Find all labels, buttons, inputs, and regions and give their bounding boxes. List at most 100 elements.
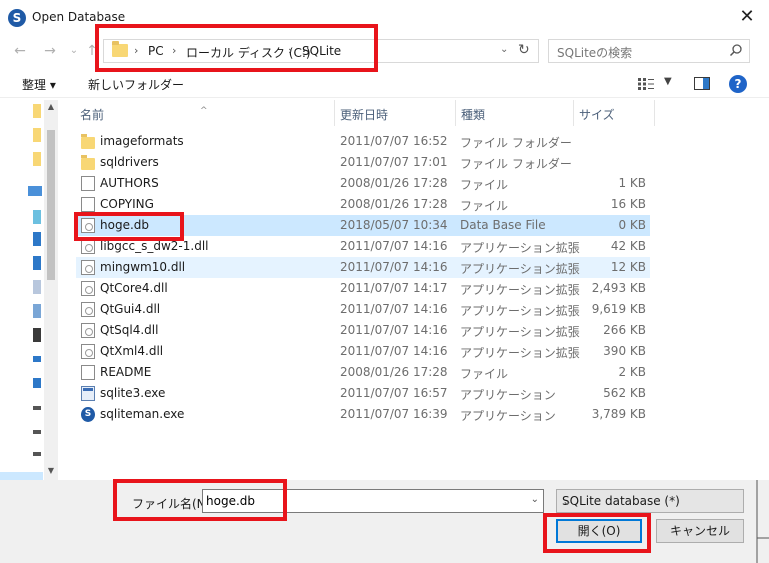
cancel-button[interactable]: キャンセル bbox=[656, 519, 744, 543]
recent-locations-chevron-icon[interactable]: ⌄ bbox=[66, 42, 82, 60]
file-type: アプリケーション拡張 bbox=[460, 262, 580, 276]
filetype-dropdown-icon[interactable]: ⌄ bbox=[562, 494, 738, 508]
column-header-type[interactable]: 種類 bbox=[456, 100, 573, 126]
desktop-icon[interactable] bbox=[33, 256, 41, 270]
back-arrow-icon[interactable]: ← bbox=[12, 42, 28, 60]
column-header-size[interactable]: サイズ bbox=[574, 100, 654, 126]
documents-icon[interactable] bbox=[33, 280, 41, 294]
new-folder-button[interactable]: 新しいフォルダー bbox=[88, 76, 184, 93]
file-type: アプリケーション拡張 bbox=[460, 346, 580, 360]
local-disk-icon[interactable] bbox=[33, 378, 41, 388]
open-button[interactable]: 開く(O) bbox=[556, 519, 642, 543]
column-name-label: 名前 bbox=[80, 108, 105, 122]
file-date: 2011/07/07 14:16 bbox=[340, 323, 448, 337]
music-icon[interactable] bbox=[33, 356, 41, 362]
file-icon bbox=[81, 197, 95, 212]
search-box[interactable]: SQLiteの検索 bbox=[548, 39, 750, 63]
quick-access-folder-icon[interactable] bbox=[33, 152, 41, 166]
file-type: アプリケーション拡張 bbox=[460, 241, 580, 255]
view-options-icon[interactable] bbox=[638, 78, 654, 90]
preview-pane-icon[interactable] bbox=[694, 77, 710, 90]
file-size: 2 KB bbox=[618, 365, 646, 379]
window-title: Open Database bbox=[32, 10, 126, 24]
drive-icon[interactable] bbox=[33, 406, 41, 410]
forward-arrow-icon[interactable]: → bbox=[42, 42, 58, 60]
quick-access-folder-icon[interactable] bbox=[33, 104, 41, 118]
address-dropdown-icon[interactable]: ⌄ bbox=[500, 44, 508, 55]
breadcrumb-pc[interactable]: PC bbox=[148, 44, 164, 58]
scroll-up-icon[interactable]: ▲ bbox=[44, 102, 58, 111]
file-date: 2011/07/07 14:17 bbox=[340, 281, 448, 295]
file-type: ファイル bbox=[460, 199, 509, 213]
up-arrow-icon[interactable]: ↑ bbox=[84, 42, 100, 60]
file-size: 390 KB bbox=[603, 344, 646, 358]
file-row[interactable]: Ssqliteman.exe 2011/07/07 16:39 アプリケーション 3,… bbox=[76, 404, 650, 425]
breadcrumb-sqlite[interactable]: SQLite bbox=[302, 44, 341, 58]
quick-access-folder-icon[interactable] bbox=[33, 128, 41, 142]
file-row[interactable]: sqldrivers 2011/07/07 17:01 ファイル フォルダー bbox=[76, 152, 650, 173]
file-date: 2011/07/07 16:57 bbox=[340, 386, 448, 400]
file-row[interactable]: hoge.db 2018/05/07 10:34 Data Base File 0 K… bbox=[76, 215, 650, 236]
file-row[interactable]: QtGui4.dll 2011/07/07 14:16 アプリケーション拡張 9,61… bbox=[76, 299, 650, 320]
pictures-icon[interactable] bbox=[33, 304, 41, 318]
file-row[interactable]: QtXml4.dll 2011/07/07 14:16 アプリケーション拡張 390 … bbox=[76, 341, 650, 362]
filename-field[interactable]: ⌄ bbox=[202, 489, 544, 513]
file-size: 9,619 KB bbox=[591, 302, 646, 316]
breadcrumb-separator-icon: › bbox=[172, 44, 177, 57]
filename-dropdown-icon[interactable]: ⌄ bbox=[531, 494, 539, 505]
downloads-icon[interactable] bbox=[33, 232, 41, 246]
search-placeholder: SQLiteの検索 bbox=[557, 46, 633, 60]
drive-icon[interactable] bbox=[33, 452, 41, 456]
file-row[interactable]: mingwm10.dll 2011/07/07 14:16 アプリケーション拡張 12… bbox=[76, 257, 650, 278]
search-icon[interactable] bbox=[729, 43, 743, 57]
file-row[interactable]: QtSql4.dll 2011/07/07 14:16 アプリケーション拡張 266 … bbox=[76, 320, 650, 341]
file-row[interactable]: sqlite3.exe 2011/07/07 16:57 アプリケーション 562 K… bbox=[76, 383, 650, 404]
pc-icon[interactable] bbox=[28, 186, 42, 196]
file-date: 2011/07/07 17:01 bbox=[340, 155, 448, 169]
file-row[interactable]: libgcc_s_dw2-1.dll 2011/07/07 14:16 アプリケーシ… bbox=[76, 236, 650, 257]
help-icon[interactable]: ? bbox=[729, 75, 747, 93]
close-button[interactable]: ✕ bbox=[733, 4, 761, 30]
filetype-select[interactable]: SQLite database (*) ⌄ bbox=[556, 489, 744, 513]
column-header-date[interactable]: 更新日時 bbox=[335, 100, 455, 126]
column-divider[interactable] bbox=[654, 100, 655, 126]
file-row[interactable]: QtCore4.dll 2011/07/07 14:17 アプリケーション拡張 2,4… bbox=[76, 278, 650, 299]
file-name: QtCore4.dll bbox=[100, 281, 168, 295]
column-size-label: サイズ bbox=[579, 108, 615, 122]
file-name: mingwm10.dll bbox=[100, 260, 186, 274]
db-file-icon bbox=[81, 218, 95, 233]
drive-icon[interactable] bbox=[33, 430, 41, 434]
toolbar: 整理 ▾ 新しいフォルダー ▼ ? bbox=[0, 70, 769, 98]
dll-icon bbox=[81, 239, 95, 254]
view-dropdown-icon[interactable]: ▼ bbox=[664, 76, 672, 87]
file-size: 562 KB bbox=[603, 386, 646, 400]
scroll-down-icon[interactable]: ▼ bbox=[44, 466, 58, 475]
file-date: 2018/05/07 10:34 bbox=[340, 218, 448, 232]
file-type: アプリケーション拡張 bbox=[460, 283, 580, 297]
organize-button[interactable]: 整理 ▾ bbox=[22, 76, 56, 93]
file-row[interactable]: AUTHORS 2008/01/26 17:28 ファイル 1 KB bbox=[76, 173, 650, 194]
refresh-icon[interactable]: ↻ bbox=[518, 42, 530, 58]
file-icon bbox=[81, 365, 95, 380]
title-bar: S Open Database ✕ bbox=[0, 0, 769, 34]
dll-icon bbox=[81, 344, 95, 359]
file-row[interactable]: README 2008/01/26 17:28 ファイル 2 KB bbox=[76, 362, 650, 383]
file-type: ファイル bbox=[460, 178, 509, 192]
file-date: 2011/07/07 14:16 bbox=[340, 302, 448, 316]
videos-icon[interactable] bbox=[33, 328, 41, 342]
file-icon bbox=[81, 176, 95, 191]
file-list[interactable]: 名前 ^ 更新日時 種類 サイズ imageformats 2011/07/07 … bbox=[58, 100, 769, 480]
column-header-name[interactable]: 名前 ^ bbox=[58, 100, 334, 126]
address-bar[interactable]: › PC › ローカル ディスク (C:) › SQLite ⌄ ↻ bbox=[103, 39, 539, 63]
file-name: sqldrivers bbox=[100, 155, 159, 169]
filename-input[interactable] bbox=[203, 490, 523, 512]
file-name: hoge.db bbox=[100, 218, 149, 232]
file-name: sqlite3.exe bbox=[100, 386, 166, 400]
3d-objects-icon[interactable] bbox=[33, 210, 41, 224]
dll-icon bbox=[81, 281, 95, 296]
file-type: ファイル フォルダー bbox=[460, 136, 572, 150]
file-date: 2011/07/07 14:16 bbox=[340, 344, 448, 358]
file-row[interactable]: COPYING 2008/01/26 17:28 ファイル 16 KB bbox=[76, 194, 650, 215]
navigation-scrollbar-thumb[interactable] bbox=[47, 130, 55, 280]
file-row[interactable]: imageformats 2011/07/07 16:52 ファイル フォルダー bbox=[76, 131, 650, 152]
